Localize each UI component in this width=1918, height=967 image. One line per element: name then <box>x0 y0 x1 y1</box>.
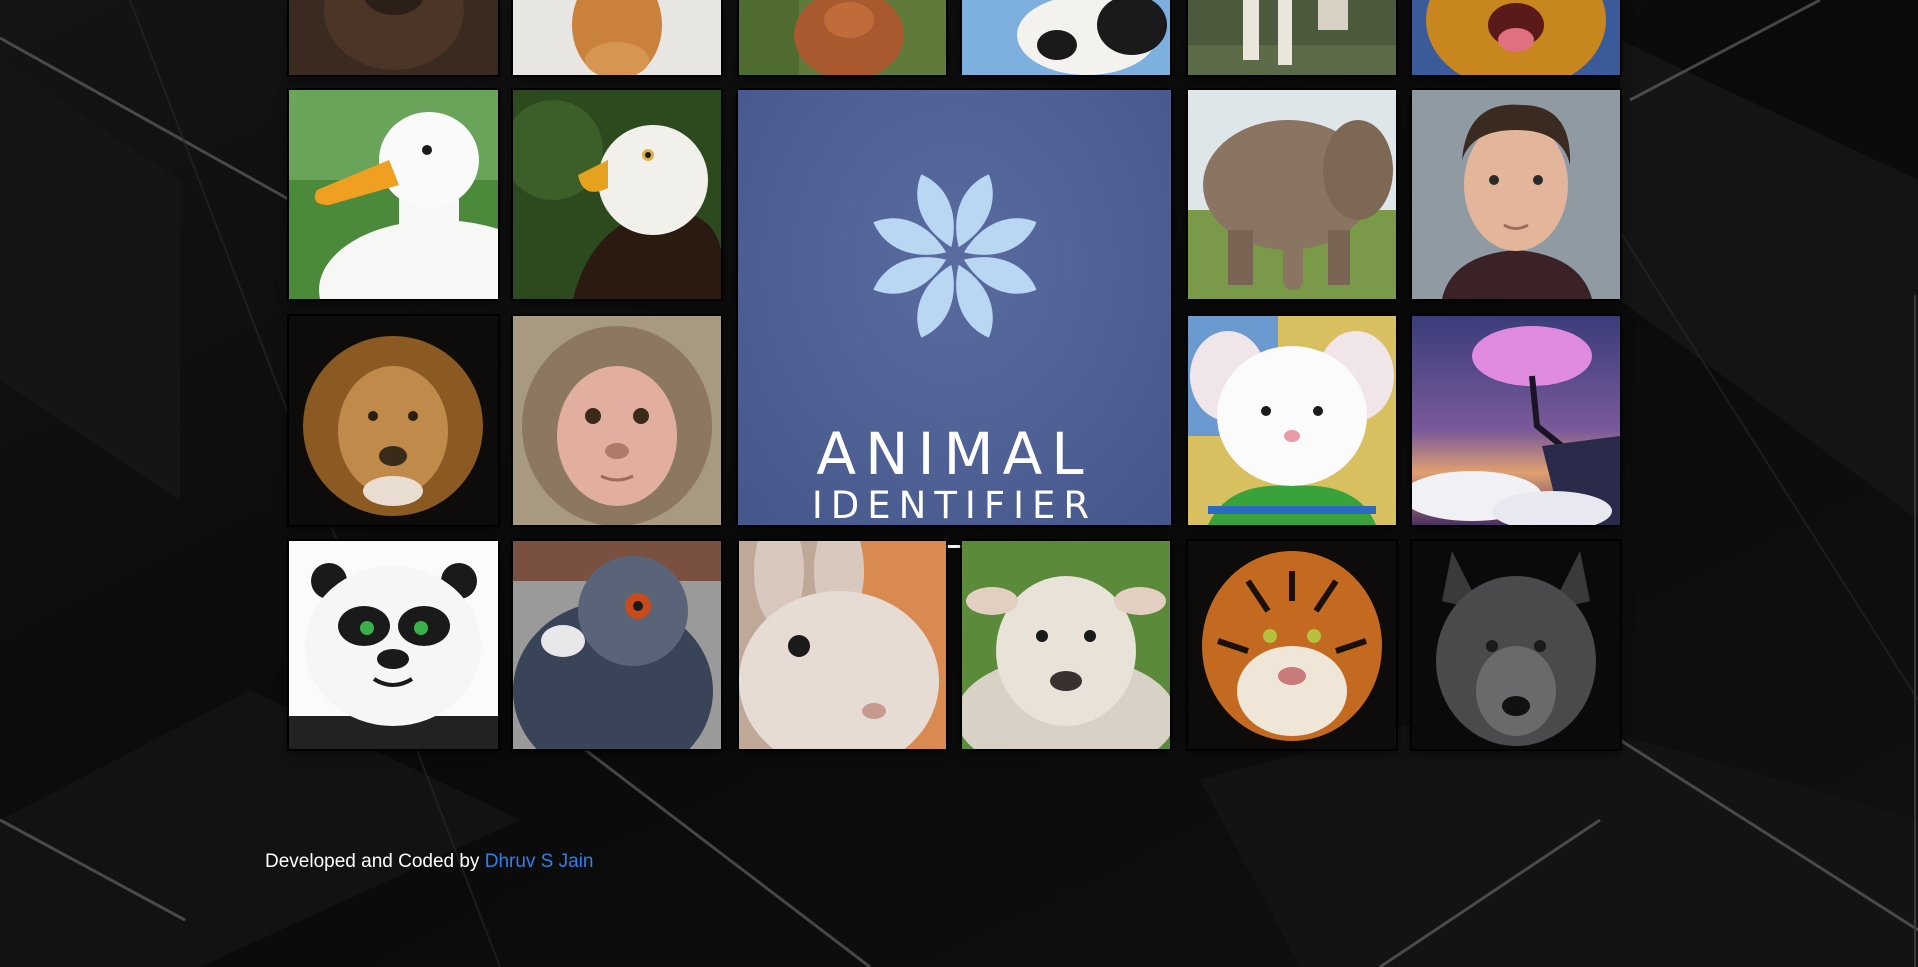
gallery-image-panda <box>289 541 498 749</box>
gallery-image-tiger <box>1188 541 1396 749</box>
gallery-image-rabbit <box>739 541 946 749</box>
gallery-image-human <box>1412 90 1620 299</box>
scrollbar-thumb[interactable] <box>1914 295 1916 967</box>
gallery-image-tree <box>1412 316 1620 525</box>
footer-prefix: Developed and Coded by <box>265 851 480 872</box>
gallery-image-pigeon <box>513 541 721 749</box>
gallery-image-horse <box>1188 0 1396 75</box>
gallery-image-dog <box>1412 0 1620 75</box>
animal-identifier-logo: ANIMAL IDENTIFIER <box>738 90 1171 548</box>
gallery-image-mouse <box>1188 316 1396 525</box>
author-link[interactable]: Dhruv S Jain <box>485 851 594 872</box>
gallery-image-sheep <box>962 541 1170 749</box>
logo-title-line2: IDENTIFIER <box>811 484 1098 527</box>
gallery-image-lion <box>289 316 498 525</box>
gallery-image-wolf <box>1412 541 1620 749</box>
gallery-image-duck <box>289 90 498 299</box>
gallery-image-chicken <box>739 0 946 75</box>
gallery-image-eagle <box>513 90 721 299</box>
vertical-scrollbar[interactable] <box>1908 0 1918 967</box>
gallery-image-bear <box>289 0 498 75</box>
logo-title-line1: ANIMAL <box>816 420 1093 488</box>
gallery-image-elephant <box>1188 90 1396 299</box>
gallery-image-cow <box>962 0 1170 75</box>
gallery-image-monkey <box>513 316 721 525</box>
flower-logo-icon <box>873 174 1037 338</box>
footer-credit: Developed and Coded by Dhruv S Jain <box>265 851 594 873</box>
gallery-image-cat <box>513 0 721 75</box>
